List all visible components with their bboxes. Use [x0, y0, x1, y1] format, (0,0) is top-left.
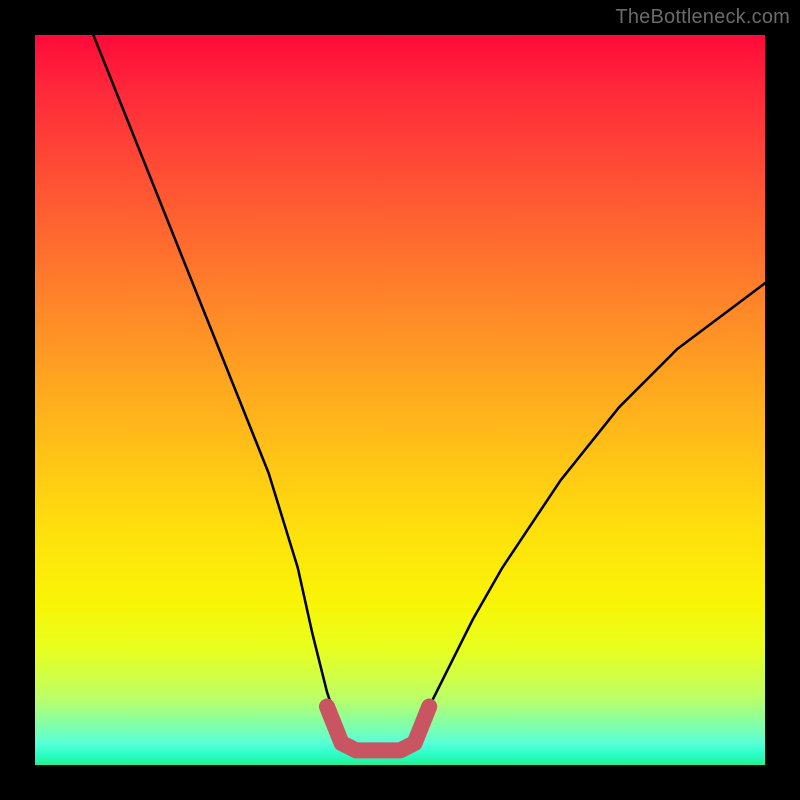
bottleneck-curve-path — [93, 35, 765, 750]
curve-svg — [35, 35, 765, 765]
watermark-text: TheBottleneck.com — [615, 6, 790, 29]
bottom-highlight-path — [327, 707, 429, 751]
chart-frame: TheBottleneck.com — [0, 0, 800, 800]
plot-area — [35, 35, 765, 765]
